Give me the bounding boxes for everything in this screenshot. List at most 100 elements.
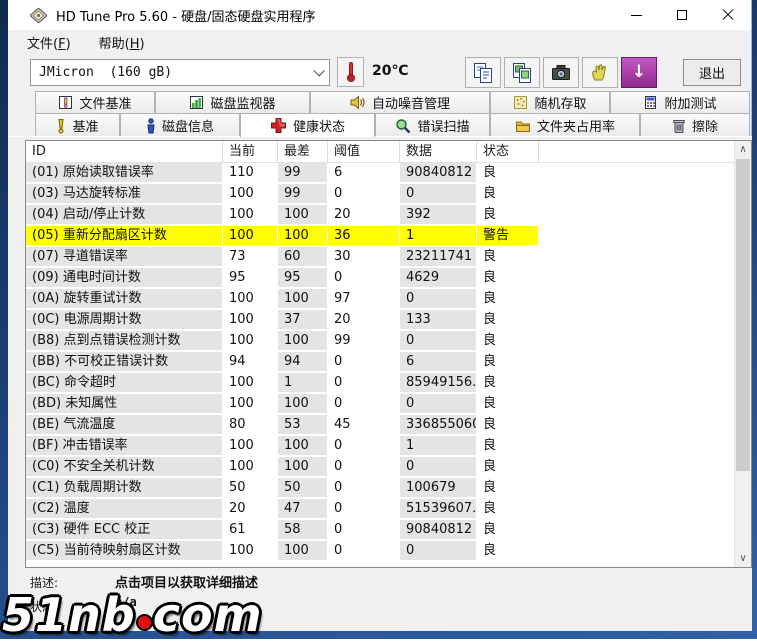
column-header-id[interactable]: ID: [26, 141, 223, 163]
screenshot-button[interactable]: [543, 57, 579, 88]
cell-status: 良: [477, 373, 539, 393]
cell-current: 80: [223, 415, 278, 435]
window-controls: [613, 0, 751, 30]
cell-status: 良: [477, 247, 539, 267]
cell-threshold: 0: [328, 541, 400, 561]
desktop-background: HD Tune Pro 5.60 - 硬盘/固态硬盘实用程序 文件(F) 帮助(…: [0, 0, 757, 642]
tab-disk-info[interactable]: 磁盘信息: [120, 113, 240, 137]
table-row[interactable]: (C0) 不安全关机计数 100 100 0 0 良: [26, 457, 734, 478]
menu-help[interactable]: 帮助(H): [95, 31, 149, 54]
cell-current: 100: [223, 394, 278, 414]
cell-id: (BE) 气流温度: [26, 415, 223, 435]
table-row[interactable]: (BC) 命令超时 100 1 0 85949156... 良: [26, 373, 734, 394]
tab-aam[interactable]: 自动噪音管理: [310, 91, 490, 114]
maximize-button[interactable]: [659, 0, 705, 30]
table-row[interactable]: (BE) 气流温度 80 53 45 336855060 良: [26, 415, 734, 436]
column-header-worst[interactable]: 最差: [278, 141, 328, 163]
scroll-up-icon[interactable]: ∧: [735, 141, 751, 158]
save-button[interactable]: [582, 57, 618, 88]
tab-random-access[interactable]: 随机存取: [490, 91, 610, 114]
cell-worst: 50: [278, 478, 328, 498]
cell-worst: 99: [278, 163, 328, 183]
table-row[interactable]: (01) 原始读取错误率 110 99 6 90840812 良: [26, 163, 734, 184]
tab-benchmark[interactable]: 基准: [35, 113, 120, 137]
table-row[interactable]: (03) 马达旋转标准 100 99 0 0 良: [26, 184, 734, 205]
menu-file[interactable]: 文件(F): [23, 31, 75, 54]
table-row[interactable]: (09) 通电时间计数 95 95 0 4629 良: [26, 268, 734, 289]
tab-row-bottom: 基准 磁盘信息 健康状态 错误扫描 文件夹占用率 擦除: [35, 113, 750, 137]
cell-status: 良: [477, 478, 539, 498]
tab-health[interactable]: 健康状态: [240, 113, 375, 137]
chevron-down-icon: [313, 64, 325, 77]
tab-error-scan[interactable]: 错误扫描: [375, 113, 490, 137]
cell-id: (04) 启动/停止计数: [26, 205, 223, 225]
cell-status: 良: [477, 352, 539, 372]
speaker-icon: [350, 95, 365, 110]
cell-status: 良: [477, 415, 539, 435]
table-row[interactable]: (BB) 不可校正错误计数 94 94 0 6 良: [26, 352, 734, 373]
cell-id: (05) 重新分配扇区计数: [26, 226, 223, 246]
table-row[interactable]: (B8) 点到点错误检测计数 100 100 99 0 良: [26, 331, 734, 352]
close-icon: [722, 9, 734, 21]
cell-worst: 37: [278, 310, 328, 330]
table-scrollbar[interactable]: ∧ ∨: [734, 141, 751, 567]
tab-file-benchmark[interactable]: 文件基准: [35, 91, 155, 114]
tab-erase[interactable]: 擦除: [640, 113, 750, 137]
cell-id: (01) 原始读取错误率: [26, 163, 223, 183]
health-shortcut-button[interactable]: ↓: [621, 57, 657, 88]
cell-current: 100: [223, 226, 278, 246]
watermark: 51nb com: [2, 588, 263, 642]
table-row[interactable]: (C1) 负载周期计数 50 50 0 100679 良: [26, 478, 734, 499]
scroll-down-icon[interactable]: ∨: [735, 550, 751, 567]
down-arrow-icon: ↓: [631, 62, 647, 82]
cell-worst: 100: [278, 394, 328, 414]
app-window: HD Tune Pro 5.60 - 硬盘/固态硬盘实用程序 文件(F) 帮助(…: [8, 0, 752, 631]
cell-threshold: 20: [328, 205, 400, 225]
scrollbar-thumb[interactable]: [736, 159, 750, 471]
table-row[interactable]: (05) 重新分配扇区计数 100 100 36 1 警告: [26, 226, 734, 247]
table-row[interactable]: (0C) 电源周期计数 100 37 20 133 良: [26, 310, 734, 331]
cell-status: 良: [477, 520, 539, 540]
table-row[interactable]: (BF) 冲击错误率 100 100 0 1 良: [26, 436, 734, 457]
table-row[interactable]: (0A) 旋转重试计数 100 100 97 0 良: [26, 289, 734, 310]
cell-id: (BC) 命令超时: [26, 373, 223, 393]
table-row[interactable]: (07) 寻道错误率 73 60 30 23211741 良: [26, 247, 734, 268]
cell-data: 100679: [400, 478, 477, 498]
exit-button[interactable]: 退出: [683, 59, 741, 86]
tab-extra-tests[interactable]: 附加测试: [610, 91, 750, 114]
drive-select[interactable]: JMicron (160 gB): [30, 59, 330, 86]
cell-current: 100: [223, 310, 278, 330]
tab-folder-usage[interactable]: 文件夹占用率: [490, 113, 640, 137]
cell-threshold: 99: [328, 331, 400, 351]
cell-data: 0: [400, 331, 477, 351]
cell-current: 100: [223, 541, 278, 561]
table-row[interactable]: (C2) 温度 20 47 0 51539607... 良: [26, 499, 734, 520]
cell-status: 良: [477, 184, 539, 204]
cell-current: 100: [223, 436, 278, 456]
minimize-button[interactable]: [613, 0, 659, 30]
column-header-current[interactable]: 当前: [223, 141, 278, 163]
health-tab-panel: ID 当前 最差 阈值 数据 状态 (01) 原始读取错误率 110 99 6 9084…: [8, 136, 752, 631]
column-header-threshold[interactable]: 阈值: [328, 141, 400, 163]
cell-worst: 100: [278, 541, 328, 561]
maximize-icon: [677, 10, 687, 20]
temperature-button[interactable]: [337, 57, 364, 87]
table-row[interactable]: (BD) 未知属性 100 100 0 0 良: [26, 394, 734, 415]
column-header-data[interactable]: 数据: [400, 141, 477, 163]
cell-status: 警告: [477, 226, 539, 246]
cell-id: (09) 通电时间计数: [26, 268, 223, 288]
table-row[interactable]: (C3) 硬件 ECC 校正 61 58 0 90840812 良: [26, 520, 734, 541]
close-button[interactable]: [705, 0, 751, 30]
cell-threshold: 0: [328, 457, 400, 477]
copy-text-button[interactable]: [465, 57, 501, 88]
cell-id: (0C) 电源周期计数: [26, 310, 223, 330]
cell-id: (BB) 不可校正错误计数: [26, 352, 223, 372]
table-row[interactable]: (C5) 当前待映射扇区计数 100 100 0 0 良: [26, 541, 734, 562]
cell-data: 1: [400, 436, 477, 456]
table-row[interactable]: (04) 启动/停止计数 100 100 20 392 良: [26, 205, 734, 226]
tab-disk-monitor[interactable]: 磁盘监视器: [155, 91, 310, 114]
column-header-status[interactable]: 状态: [477, 141, 539, 163]
copy-image-button[interactable]: [504, 57, 540, 88]
cell-data: 85949156...: [400, 373, 477, 393]
cell-worst: 1: [278, 373, 328, 393]
